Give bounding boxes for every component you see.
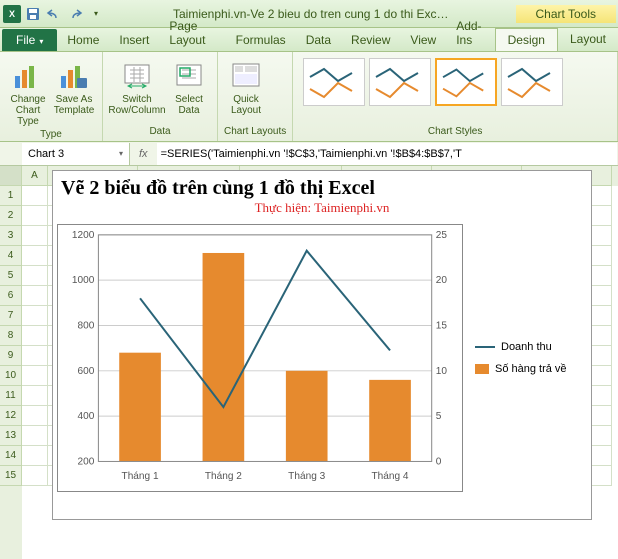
group-data: Switch Row/Column Select Data Data	[103, 52, 218, 141]
tab-page-layout[interactable]: Page Layout	[159, 15, 225, 51]
col-header[interactable]: A	[22, 166, 48, 186]
line-swatch-icon	[475, 346, 495, 348]
worksheet-grid: 123456789101112131415 ABCDEFG Vẽ 2 biểu …	[0, 166, 618, 559]
svg-text:600: 600	[78, 366, 95, 377]
title-bar: X ▾ Taimienphi.vn-Ve 2 bieu do tren cung…	[0, 0, 618, 28]
fx-button[interactable]: fx	[131, 148, 156, 160]
svg-text:1200: 1200	[72, 230, 95, 241]
svg-text:0: 0	[436, 457, 442, 468]
svg-text:800: 800	[78, 321, 95, 332]
select-data-button[interactable]: Select Data	[167, 58, 211, 118]
chart-subtitle[interactable]: Thực hiện: Taimienphi.vn	[53, 200, 591, 220]
quick-layout-button[interactable]: Quick Layout	[224, 58, 268, 118]
svg-text:10: 10	[436, 366, 448, 377]
row-header[interactable]: 15	[0, 466, 22, 486]
quick-access-toolbar: X ▾	[2, 4, 106, 24]
style-thumb-3[interactable]	[435, 58, 497, 106]
svg-text:400: 400	[78, 411, 95, 422]
change-chart-type-button[interactable]: Change Chart Type	[6, 58, 50, 129]
chart-tools-label: Chart Tools	[516, 5, 616, 23]
undo-icon[interactable]	[44, 4, 64, 24]
name-box[interactable]: ▾	[22, 143, 130, 165]
row-header[interactable]: 9	[0, 346, 22, 366]
row-header[interactable]: 4	[0, 246, 22, 266]
group-type: Change Chart Type Save As Template Type	[0, 52, 103, 141]
row-header[interactable]: 2	[0, 206, 22, 226]
svg-text:20: 20	[436, 275, 448, 286]
row-header[interactable]: 7	[0, 306, 22, 326]
switch-icon	[121, 60, 153, 92]
row-header[interactable]: 6	[0, 286, 22, 306]
svg-text:25: 25	[436, 230, 448, 241]
tab-data[interactable]: Data	[296, 29, 341, 51]
save-icon[interactable]	[23, 4, 43, 24]
formula-bar: ▾ fx	[0, 142, 618, 166]
quick-layout-icon	[230, 60, 262, 92]
template-icon	[58, 60, 90, 92]
row-header[interactable]: 11	[0, 386, 22, 406]
row-header[interactable]: 3	[0, 226, 22, 246]
row-header[interactable]: 8	[0, 326, 22, 346]
chart-object[interactable]: Vẽ 2 biểu đồ trên cùng 1 đồ thị Excel Th…	[52, 170, 592, 520]
row-headers: 123456789101112131415	[0, 166, 22, 559]
svg-text:Tháng 1: Tháng 1	[122, 471, 159, 482]
ribbon-tabs: File▾ Home Insert Page Layout Formulas D…	[0, 28, 618, 52]
chart-styles-gallery[interactable]	[299, 54, 611, 126]
row-header[interactable]: 1	[0, 186, 22, 206]
qat-dropdown-icon[interactable]: ▾	[86, 4, 106, 24]
bar-swatch-icon	[475, 364, 489, 374]
svg-text:Tháng 4: Tháng 4	[372, 471, 409, 482]
tab-home[interactable]: Home	[57, 29, 109, 51]
chevron-down-icon: ▾	[39, 37, 43, 46]
plot-area[interactable]: 200 400 600 800 1000 1200 0 5 10 15 20 25 Tháng 1 Thá…	[57, 224, 463, 492]
legend-item-bar[interactable]: Số hàng trả về	[475, 363, 587, 375]
row-header[interactable]: 10	[0, 366, 22, 386]
row-header[interactable]: 13	[0, 426, 22, 446]
tab-design[interactable]: Design	[495, 28, 558, 51]
svg-text:5: 5	[436, 411, 442, 422]
tab-layout[interactable]: Layout	[558, 28, 618, 51]
file-tab[interactable]: File▾	[2, 29, 57, 51]
tab-view[interactable]: View	[400, 29, 446, 51]
name-box-input[interactable]	[28, 148, 98, 160]
row-header[interactable]: 5	[0, 266, 22, 286]
row-header[interactable]: 12	[0, 406, 22, 426]
chart-title[interactable]: Vẽ 2 biểu đồ trên cùng 1 đồ thị Excel	[53, 171, 591, 200]
formula-input[interactable]	[157, 143, 617, 165]
select-data-icon	[173, 60, 205, 92]
tab-review[interactable]: Review	[341, 29, 400, 51]
redo-icon[interactable]	[65, 4, 85, 24]
switch-row-column-button[interactable]: Switch Row/Column	[109, 58, 165, 118]
excel-icon[interactable]: X	[2, 4, 22, 24]
svg-text:15: 15	[436, 321, 448, 332]
style-thumb-4[interactable]	[501, 58, 563, 106]
tab-formulas[interactable]: Formulas	[226, 29, 296, 51]
legend[interactable]: Doanh thu Số hàng trả về	[467, 220, 587, 496]
chart-type-icon	[12, 60, 44, 92]
group-styles: Chart Styles	[293, 52, 618, 141]
tab-addins[interactable]: Add-Ins	[446, 15, 494, 51]
save-as-template-button[interactable]: Save As Template	[52, 58, 96, 118]
tab-insert[interactable]: Insert	[109, 29, 159, 51]
row-header[interactable]: 14	[0, 446, 22, 466]
ribbon: Change Chart Type Save As Template Type …	[0, 52, 618, 142]
svg-text:Tháng 3: Tháng 3	[288, 471, 325, 482]
legend-item-line[interactable]: Doanh thu	[475, 341, 587, 353]
select-all[interactable]	[0, 166, 22, 186]
style-thumb-1[interactable]	[303, 58, 365, 106]
group-layouts: Quick Layout Chart Layouts	[218, 52, 293, 141]
svg-text:200: 200	[78, 457, 95, 468]
chevron-down-icon[interactable]: ▾	[119, 149, 123, 158]
svg-text:Tháng 2: Tháng 2	[205, 471, 242, 482]
style-thumb-2[interactable]	[369, 58, 431, 106]
svg-text:1000: 1000	[72, 275, 95, 286]
